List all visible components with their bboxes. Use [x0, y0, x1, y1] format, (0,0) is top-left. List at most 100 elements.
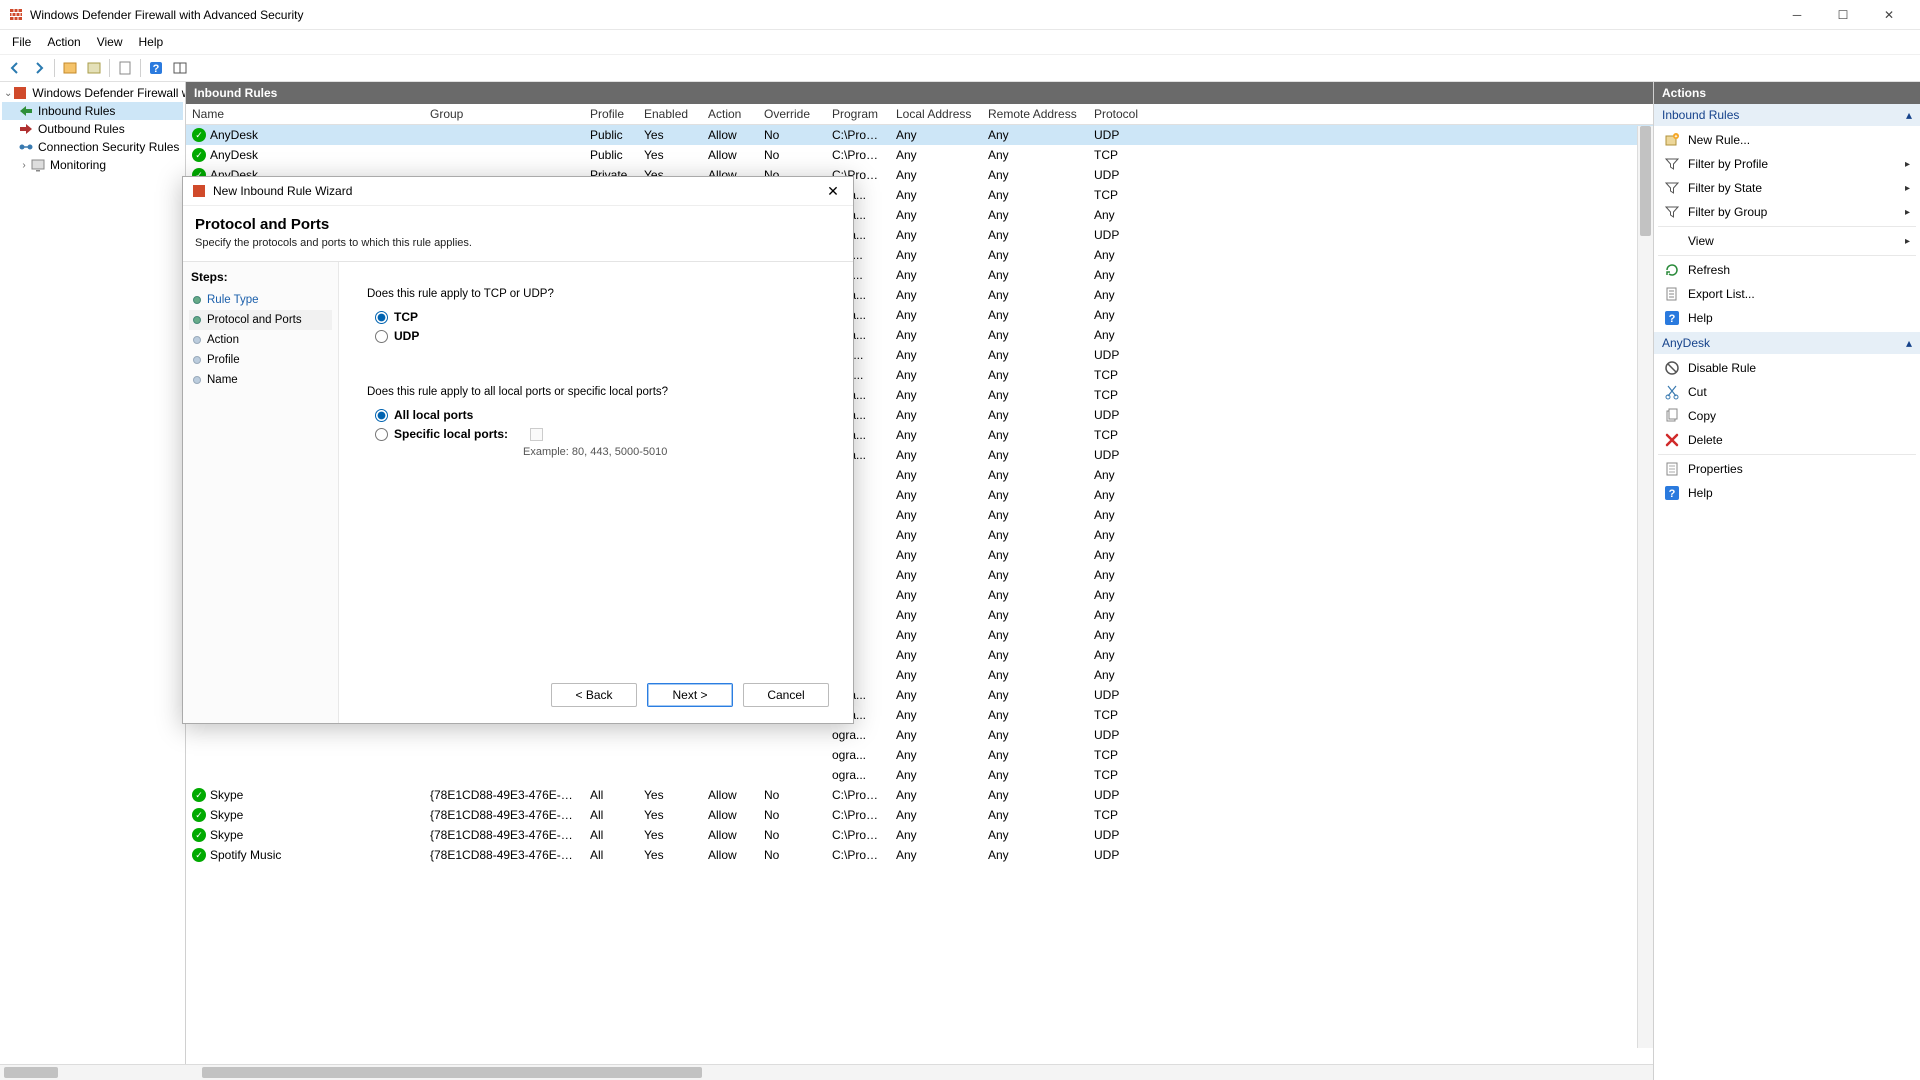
table-row[interactable]: ogra...AnyAnyUDP [186, 725, 1653, 745]
tree-horizontal-scrollbar[interactable] [0, 1064, 186, 1080]
toolbar-help-icon[interactable]: ? [145, 57, 167, 79]
radio-specific-ports[interactable]: Specific local ports: [375, 427, 825, 441]
radio-udp-input[interactable] [375, 330, 388, 343]
maximize-button[interactable]: ☐ [1820, 0, 1866, 29]
dialog-close-button[interactable]: ✕ [821, 181, 845, 201]
menu-help[interactable]: Help [131, 32, 172, 52]
toolbar-separator [54, 59, 55, 77]
collapse-icon[interactable]: ▴ [1906, 108, 1912, 122]
step-rule-type[interactable]: Rule Type [189, 290, 332, 310]
table-row[interactable]: ✓AnyDeskPublicYesAllowNoC:\Progra...AnyA… [186, 125, 1653, 145]
scope-tree[interactable]: ⌄ Windows Defender Firewall with Inbound… [0, 82, 186, 1080]
action-export[interactable]: Export List... [1658, 282, 1916, 306]
tree-monitoring-label: Monitoring [50, 158, 106, 172]
table-row[interactable]: ✓Skype{78E1CD88-49E3-476E-B926-...AllYes… [186, 825, 1653, 845]
filter-icon [1664, 180, 1680, 196]
grid-horizontal-scrollbar[interactable] [186, 1064, 1653, 1080]
nav-back-button[interactable] [4, 57, 26, 79]
actions-pane: Actions Inbound Rules▴ ✦New Rule... Filt… [1654, 82, 1920, 1080]
rule-enabled-icon: ✓ [192, 788, 206, 802]
col-group[interactable]: Group [424, 104, 584, 124]
action-new-rule[interactable]: ✦New Rule... [1658, 128, 1916, 152]
steps-label: Steps: [189, 270, 332, 284]
tree-inbound-rules[interactable]: Inbound Rules [2, 102, 183, 120]
step-protocol-ports[interactable]: Protocol and Ports [189, 310, 332, 330]
grid-header[interactable]: Name Group Profile Enabled Action Overri… [186, 104, 1653, 125]
chevron-right-icon: ▸ [1905, 236, 1910, 247]
menu-action[interactable]: Action [39, 32, 88, 52]
specific-ports-input[interactable] [530, 428, 543, 441]
col-local-address[interactable]: Local Address [890, 104, 982, 124]
table-row[interactable]: ✓AnyDeskPublicYesAllowNoC:\Progra...AnyA… [186, 145, 1653, 165]
radio-udp[interactable]: UDP [375, 329, 825, 343]
radio-all-ports-input[interactable] [375, 409, 388, 422]
inbound-rules-icon [18, 103, 34, 119]
table-row[interactable]: ✓Spotify Music{78E1CD88-49E3-476E-B926-.… [186, 845, 1653, 865]
monitoring-icon [30, 157, 46, 173]
action-properties[interactable]: Properties [1658, 457, 1916, 481]
minimize-button[interactable]: ─ [1774, 0, 1820, 29]
expander-icon[interactable]: › [18, 160, 30, 171]
col-action[interactable]: Action [702, 104, 758, 124]
col-enabled[interactable]: Enabled [638, 104, 702, 124]
tree-connection-security[interactable]: Connection Security Rules [2, 138, 183, 156]
col-remote-address[interactable]: Remote Address [982, 104, 1088, 124]
firewall-icon [191, 183, 207, 199]
col-program[interactable]: Program [826, 104, 890, 124]
close-button[interactable]: ✕ [1866, 0, 1912, 29]
col-override[interactable]: Override [758, 104, 826, 124]
menu-view[interactable]: View [89, 32, 131, 52]
action-cut[interactable]: Cut [1658, 380, 1916, 404]
cancel-button[interactable]: Cancel [743, 683, 829, 707]
action-view[interactable]: View▸ [1658, 229, 1916, 253]
col-protocol[interactable]: Protocol [1088, 104, 1150, 124]
radio-tcp[interactable]: TCP [375, 310, 825, 324]
col-profile[interactable]: Profile [584, 104, 638, 124]
question-ports: Does this rule apply to all local ports … [367, 386, 825, 398]
blank-icon [1664, 233, 1680, 249]
new-rule-icon: ✦ [1664, 132, 1680, 148]
action-disable-rule[interactable]: Disable Rule [1658, 356, 1916, 380]
action-help-2[interactable]: ?Help [1658, 481, 1916, 505]
radio-all-ports[interactable]: All local ports [375, 408, 825, 422]
table-row[interactable]: ✓Skype{78E1CD88-49E3-476E-B926-...AllYes… [186, 785, 1653, 805]
collapse-icon[interactable]: ▴ [1906, 336, 1912, 350]
refresh-icon [1664, 262, 1680, 278]
nav-forward-button[interactable] [28, 57, 50, 79]
col-name[interactable]: Name [186, 104, 424, 124]
help-icon: ? [1664, 310, 1680, 326]
action-filter-profile[interactable]: Filter by Profile▸ [1658, 152, 1916, 176]
expander-icon[interactable]: ⌄ [4, 88, 12, 99]
menu-file[interactable]: File [4, 32, 39, 52]
toolbar-panes-icon[interactable] [169, 57, 191, 79]
dialog-titlebar[interactable]: New Inbound Rule Wizard ✕ [183, 177, 853, 206]
action-copy[interactable]: Copy [1658, 404, 1916, 428]
radio-specific-ports-input[interactable] [375, 428, 388, 441]
back-button[interactable]: < Back [551, 683, 637, 707]
action-delete[interactable]: Delete [1658, 428, 1916, 452]
svg-text:?: ? [1669, 488, 1676, 500]
export-icon [1664, 286, 1680, 302]
toolbar-new-icon[interactable] [59, 57, 81, 79]
tree-outbound-rules[interactable]: Outbound Rules [2, 120, 183, 138]
radio-tcp-input[interactable] [375, 311, 388, 324]
tree-monitoring[interactable]: › Monitoring [2, 156, 183, 174]
tree-root[interactable]: ⌄ Windows Defender Firewall with [2, 84, 183, 102]
action-filter-state[interactable]: Filter by State▸ [1658, 176, 1916, 200]
action-refresh[interactable]: Refresh [1658, 258, 1916, 282]
table-row[interactable]: ogra...AnyAnyTCP [186, 745, 1653, 765]
step-bullet-icon [193, 336, 201, 344]
help-icon: ? [1664, 485, 1680, 501]
next-button[interactable]: Next > [647, 683, 733, 707]
grid-vertical-scrollbar[interactable] [1637, 126, 1653, 1048]
rule-enabled-icon: ✓ [192, 808, 206, 822]
table-row[interactable]: ✓Skype{78E1CD88-49E3-476E-B926-...AllYes… [186, 805, 1653, 825]
table-row[interactable]: ogra...AnyAnyTCP [186, 765, 1653, 785]
action-filter-group[interactable]: Filter by Group▸ [1658, 200, 1916, 224]
menu-bar: File Action View Help [0, 30, 1920, 54]
toolbar-filter-icon[interactable] [83, 57, 105, 79]
connection-security-icon [18, 139, 34, 155]
toolbar-export-icon[interactable] [114, 57, 136, 79]
toolbar-separator [140, 59, 141, 77]
action-help[interactable]: ?Help [1658, 306, 1916, 330]
